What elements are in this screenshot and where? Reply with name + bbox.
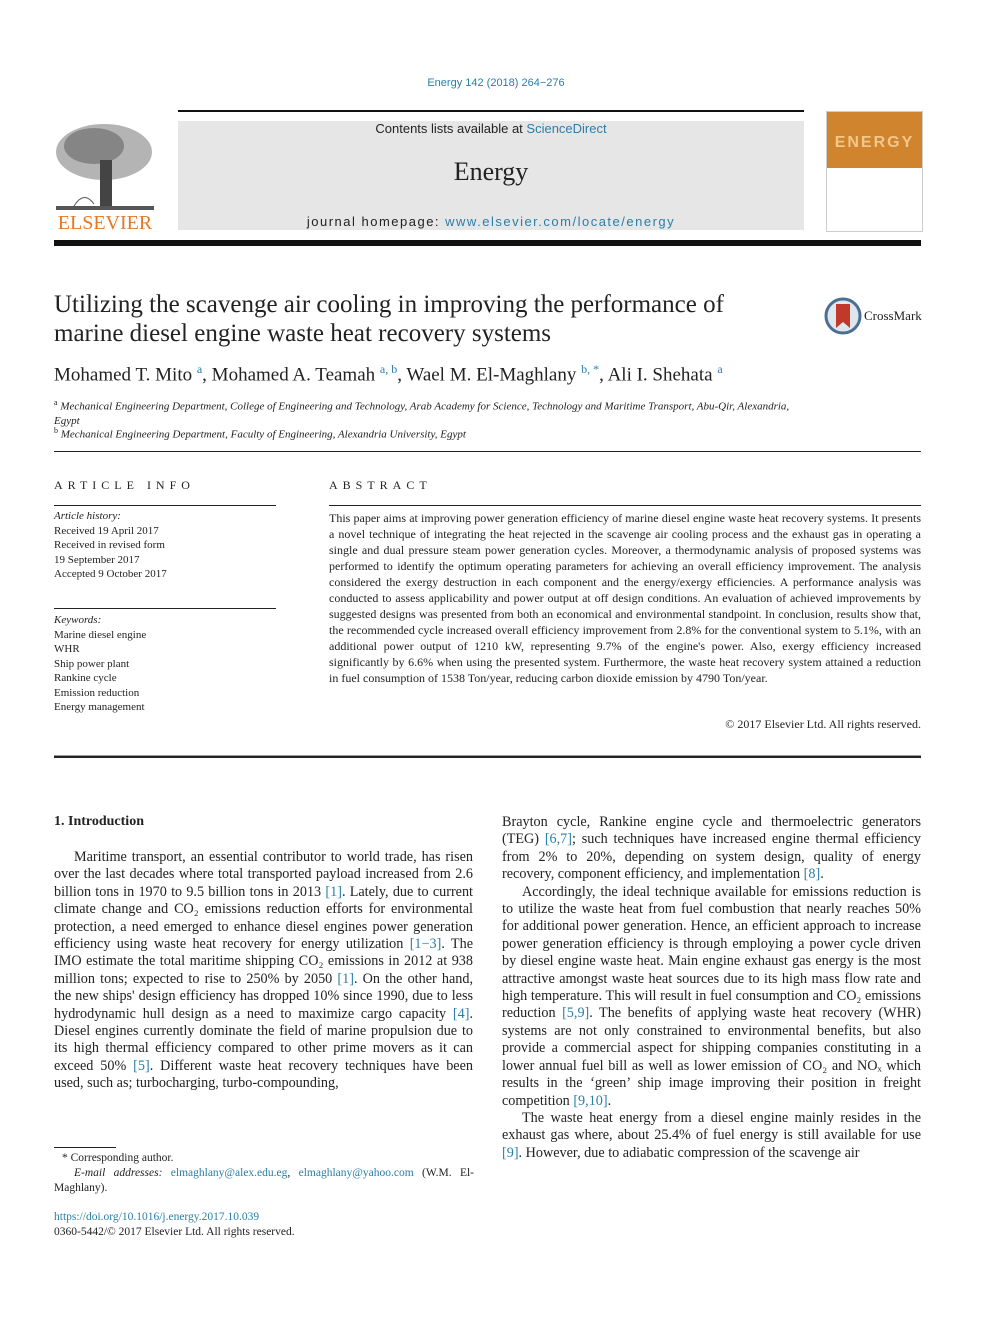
keyword: Ship power plant [54,657,130,670]
history-item: 19 September 2017 [54,553,140,566]
history-item: Accepted 9 October 2017 [54,568,167,580]
keywords: Keywords: Marine diesel engine WHR Ship … [54,613,276,715]
article-title: Utilizing the scavenge air cooling in im… [54,291,724,347]
footnote-rule [54,1147,116,1148]
citation-link[interactable]: [8] [804,866,821,882]
citation-link[interactable]: [5] [133,1058,150,1074]
citation-link[interactable]: [9,10] [573,1093,607,1109]
homepage-link[interactable]: www.elsevier.com/locate/energy [445,214,675,229]
text-run: The waste heat energy from a diesel engi… [502,1109,921,1144]
history-item: Received in revised form [54,539,165,551]
text-run: Accordingly, the ideal technique availab… [502,883,921,1022]
abstract-copyright: © 2017 Elsevier Ltd. All rights reserved… [725,717,921,731]
history-item: Received 19 April 2017 [54,524,159,537]
abstract-heading: ABSTRACT [329,478,432,492]
contents-line: Contents lists available at ScienceDirec… [375,121,607,136]
cover-title: ENERGY [834,134,915,151]
author-sup[interactable]: a, b [380,362,397,376]
footnote: * Corresponding author. E-mail addresses… [54,1151,474,1196]
keyword: Marine diesel engine [54,628,147,641]
header-rule [178,110,804,112]
body-column-left: Maritime transport, an essential contrib… [54,849,473,1093]
paragraph: Brayton cycle, Rankine engine cycle and … [502,814,921,884]
crossmark-label: CrossMark [864,308,922,323]
journal-name: Energy [453,157,529,186]
header-thick-rule [54,240,921,246]
citation-link[interactable]: [6,7] [545,831,572,847]
citation-link[interactable]: [4] [453,1006,470,1022]
journal-banner: Contents lists available at ScienceDirec… [178,121,804,230]
crossmark-icon [824,297,862,335]
citation-link[interactable]: [9] [502,1145,519,1161]
keyword: Rankine cycle [54,672,117,684]
paragraph: The waste heat energy from a diesel engi… [502,1110,921,1162]
divider [54,505,276,506]
text-run: . However, due to adiabatic compression … [518,1144,860,1161]
crossmark-button[interactable]: CrossMark [824,296,924,336]
citation-link[interactable]: [1] [337,971,354,987]
text-run: . [820,866,824,883]
author-sup[interactable]: a [717,362,722,376]
author[interactable]: Mohamed T. Mito [54,364,192,385]
article-history: Article history: Received 19 April 2017 … [54,509,276,582]
citation-link[interactable]: [1−3] [410,936,442,952]
homepage-line: journal homepage: www.elsevier.com/locat… [306,214,676,229]
email-line: E-mail addresses: elmaghlany@alex.edu.eg… [54,1167,475,1194]
author[interactable]: Mohamed A. Teamah [212,364,375,385]
author[interactable]: Ali I. Shehata [608,364,713,385]
author-sup[interactable]: b, * [581,362,599,376]
section-heading: 1. Introduction [54,814,144,829]
elsevier-logo[interactable]: ELSEVIER [54,120,156,234]
email-link[interactable]: elmaghlany@alex.edu.eg [171,1167,288,1179]
affiliation-a: a Mechanical Engineering Department, Col… [54,398,790,427]
divider [54,755,921,758]
abstract-text: This paper aims at improving power gener… [329,511,921,685]
elsevier-wordmark: ELSEVIER [57,212,153,234]
doi-link[interactable]: https://doi.org/10.1016/j.energy.2017.10… [54,1210,474,1225]
citation-link[interactable]: [5,9] [562,1005,589,1021]
author[interactable]: Wael M. El-Maghlany [406,364,576,385]
paragraph: Accordingly, the ideal technique availab… [502,884,921,1110]
issn-line: 0360-5442/© 2017 Elsevier Ltd. All right… [54,1226,295,1238]
article-info-heading: ARTICLE INFO [54,478,195,492]
author-sup[interactable]: a [197,362,202,376]
affiliation-b: b Mechanical Engineering Department, Fac… [54,426,466,441]
journal-cover[interactable]: ENERGY [826,111,923,232]
text-run: . [607,1092,612,1109]
divider [54,608,276,609]
divider [329,505,921,506]
running-head[interactable]: Energy 142 (2018) 264−276 [0,77,992,89]
keyword: Emission reduction [54,686,140,699]
body-column-right: Brayton cycle, Rankine engine cycle and … [502,814,921,1162]
doi-block: https://doi.org/10.1016/j.energy.2017.10… [54,1210,474,1240]
elsevier-tree-icon [56,124,154,210]
paragraph: Maritime transport, an essential contrib… [54,849,473,1093]
divider [54,451,921,452]
keyword: WHR [54,643,80,655]
email-link[interactable]: elmaghlany@yahoo.com [299,1167,414,1179]
sciencedirect-link[interactable]: ScienceDirect [526,121,606,136]
author-list: Mohamed T. Mito a, Mohamed A. Teamah a, … [54,362,723,386]
corresponding-author: * Corresponding author. [62,1152,174,1164]
citation-link[interactable]: [1] [325,884,342,900]
keyword: Energy management [54,701,145,713]
